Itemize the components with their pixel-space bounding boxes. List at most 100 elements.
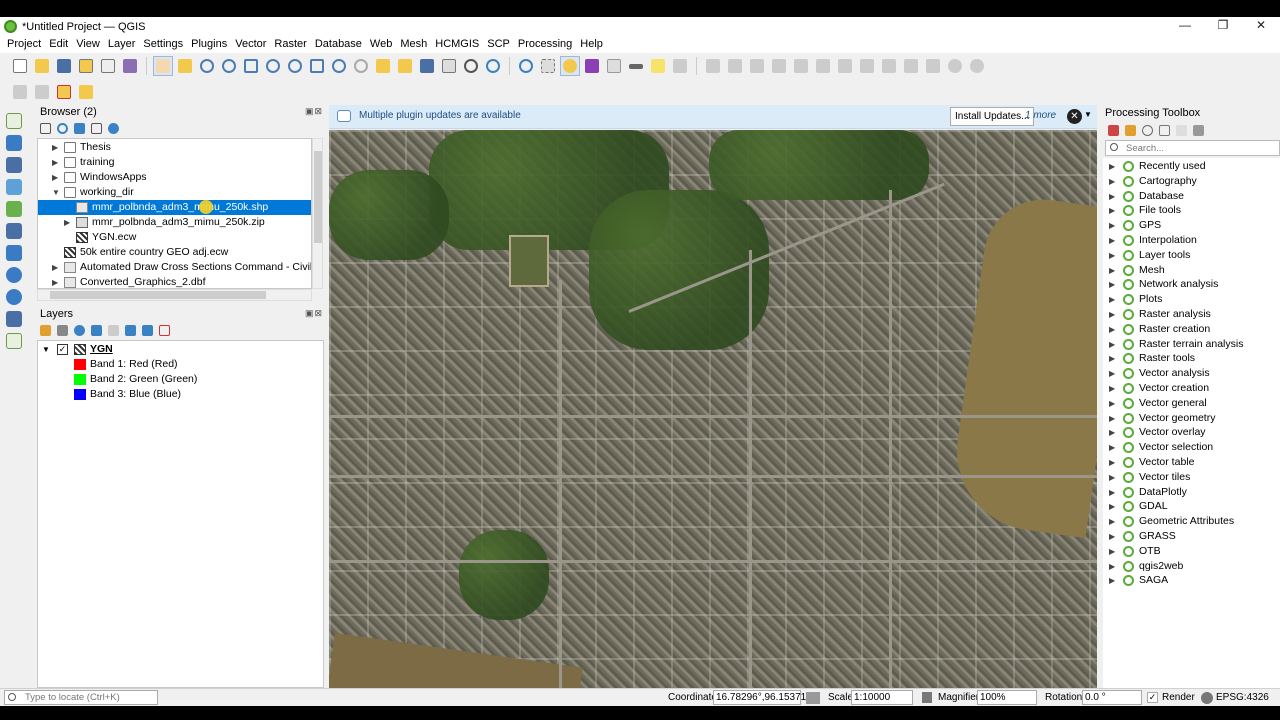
browser-item[interactable]: YGN.ecw	[38, 230, 311, 245]
scale-combo[interactable]: 1:10000	[851, 690, 913, 705]
add-mesh-layer-button[interactable]	[6, 157, 24, 175]
add-feature-button[interactable]	[769, 56, 789, 76]
menu-raster[interactable]: Raster	[270, 36, 310, 53]
expand-arrow-icon[interactable]: ▶	[1109, 514, 1115, 529]
zoom-out-button[interactable]	[219, 56, 239, 76]
filter-icon[interactable]	[74, 123, 85, 134]
expand-arrow-icon[interactable]: ▶	[52, 170, 60, 185]
layer-item-ygn[interactable]: ▼ ✓ YGN	[38, 342, 323, 357]
zoom-native-button[interactable]	[307, 56, 327, 76]
edit-features-in-place-icon[interactable]	[1176, 124, 1187, 136]
scrollbar-thumb[interactable]	[50, 291, 266, 299]
toolbox-item[interactable]: ▶ Interpolation	[1103, 233, 1280, 248]
toolbox-item[interactable]: ▶ GPS	[1103, 218, 1280, 233]
toolbox-item[interactable]: ▶ Vector geometry	[1103, 411, 1280, 426]
scripts-icon[interactable]	[1125, 124, 1136, 136]
menu-hcmgis[interactable]: HCMGIS	[431, 36, 483, 53]
menu-scp[interactable]: SCP	[483, 36, 514, 53]
close-message-icon[interactable]: ✕	[1067, 109, 1082, 124]
toolbox-item[interactable]: ▶ File tools	[1103, 203, 1280, 218]
expand-arrow-icon[interactable]: ▶	[1109, 529, 1115, 544]
browser-item[interactable]: ▶ training	[38, 155, 311, 170]
minimize-button[interactable]: —	[1166, 17, 1204, 36]
expand-arrow-icon[interactable]: ▶	[52, 275, 60, 288]
add-wfs-button[interactable]	[6, 289, 24, 307]
history-icon[interactable]	[1142, 124, 1153, 136]
expand-arrow-icon[interactable]: ▶	[1109, 455, 1115, 470]
toolbox-item[interactable]: ▶ Geometric Attributes	[1103, 514, 1280, 529]
expand-arrow-icon[interactable]: ▶	[1109, 425, 1115, 440]
paste-button[interactable]	[923, 56, 943, 76]
digitize-button[interactable]	[703, 56, 723, 76]
new-3d-map-button[interactable]	[395, 56, 415, 76]
browser-vertical-scrollbar[interactable]	[312, 138, 323, 289]
expand-arrow-icon[interactable]: ▶	[1109, 277, 1115, 292]
zoom-last-button[interactable]	[329, 56, 349, 76]
menu-help[interactable]: Help	[576, 36, 607, 53]
maximize-button[interactable]: ❐	[1204, 17, 1242, 36]
layer-visibility-checkbox[interactable]: ✓	[57, 344, 68, 355]
toolbox-item[interactable]: ▶ Database	[1103, 189, 1280, 204]
menu-settings[interactable]: Settings	[139, 36, 187, 53]
toolbox-item[interactable]: ▶ Vector selection	[1103, 440, 1280, 455]
toolbox-item[interactable]: ▶ SAGA	[1103, 573, 1280, 588]
browser-item[interactable]: ▶ Thesis	[38, 140, 311, 155]
expand-arrow-icon[interactable]: ▶	[1109, 470, 1115, 485]
menu-view[interactable]: View	[72, 36, 104, 53]
browser-item[interactable]: ▼ working_dir	[38, 185, 311, 200]
menu-plugins[interactable]: Plugins	[187, 36, 231, 53]
manage-themes-icon[interactable]	[74, 325, 85, 336]
copy-button[interactable]	[901, 56, 921, 76]
expand-arrow-icon[interactable]: ▶	[1109, 322, 1115, 337]
more-messages-link[interactable]: 1 more	[1025, 110, 1056, 121]
map-tips-button[interactable]	[648, 56, 668, 76]
modify-attributes-button[interactable]	[835, 56, 855, 76]
zoom-full-button[interactable]	[241, 56, 261, 76]
remove-layer-icon[interactable]	[159, 325, 170, 336]
attribute-table-button[interactable]	[604, 56, 624, 76]
expand-arrow-icon[interactable]: ▶	[1109, 366, 1115, 381]
browser-item[interactable]: ▶ Converted_Graphics_2.dbf	[38, 275, 311, 288]
expand-arrow-icon[interactable]: ▶	[1109, 218, 1115, 233]
toolbox-item[interactable]: ▶ OTB	[1103, 544, 1280, 559]
toolbox-item[interactable]: ▶ Raster creation	[1103, 322, 1280, 337]
zoom-selection-button[interactable]	[263, 56, 283, 76]
layer-styling-icon[interactable]	[40, 325, 51, 336]
expand-arrow-icon[interactable]: ▶	[1109, 440, 1115, 455]
browser-item[interactable]: ▶ WindowsApps	[38, 170, 311, 185]
refresh-button[interactable]	[483, 56, 503, 76]
statistics-button[interactable]	[582, 56, 602, 76]
bookmark-button[interactable]	[417, 56, 437, 76]
new-project-button[interactable]	[10, 56, 30, 76]
new-map-view-button[interactable]	[373, 56, 393, 76]
expand-arrow-icon[interactable]: ▶	[1109, 292, 1115, 307]
redo-button[interactable]	[967, 56, 987, 76]
browser-item-selected[interactable]: mmr_polbnda_adm3_mimu_250k.shp	[38, 200, 311, 215]
annotation-button[interactable]	[670, 56, 690, 76]
add-raster-layer-button[interactable]	[6, 135, 24, 153]
expand-arrow-icon[interactable]: ▶	[1109, 559, 1115, 574]
pan-to-selection-button[interactable]	[175, 56, 195, 76]
style-manager-button[interactable]	[120, 56, 140, 76]
results-viewer-icon[interactable]	[1159, 124, 1170, 136]
add-wcs-button[interactable]	[6, 311, 24, 329]
save-edits-button[interactable]	[747, 56, 767, 76]
zoom-in-button[interactable]	[197, 56, 217, 76]
vertex-tool-button[interactable]	[791, 56, 811, 76]
add-spatialite-button[interactable]	[6, 223, 24, 241]
temporal-controller-button[interactable]	[461, 56, 481, 76]
menu-web[interactable]: Web	[366, 36, 396, 53]
rotation-spinbox[interactable]: 0.0 °	[1082, 690, 1142, 705]
zoom-layer-button[interactable]	[285, 56, 305, 76]
collapse-arrow-icon[interactable]: ▼	[42, 342, 50, 357]
expand-arrow-icon[interactable]: ▶	[1109, 189, 1115, 204]
filter-legend-icon[interactable]	[91, 325, 102, 336]
label-button[interactable]	[32, 82, 52, 102]
collapse-all-icon[interactable]	[142, 325, 153, 336]
filter-expression-icon[interactable]	[108, 325, 119, 336]
expand-arrow-icon[interactable]: ▶	[52, 155, 60, 170]
scrollbar-thumb[interactable]	[314, 151, 322, 243]
collapse-all-icon[interactable]	[91, 123, 102, 134]
open-project-button[interactable]	[32, 56, 52, 76]
info-icon[interactable]	[108, 123, 119, 134]
